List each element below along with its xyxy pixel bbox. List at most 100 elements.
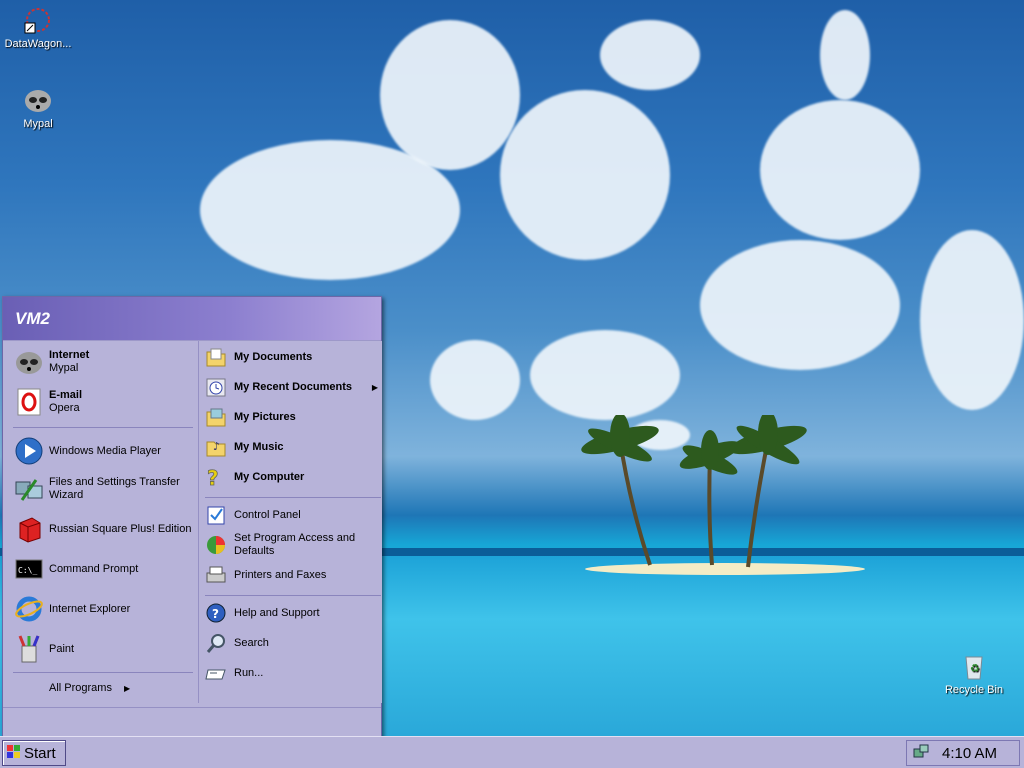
right-item-label: My Computer [234,470,305,483]
right-item-program-access[interactable]: Set Program Access and Defaults [204,531,382,559]
russian-square-icon [13,513,45,545]
desktop-icon-mypal[interactable]: Mypal [0,84,76,130]
recent-item-russian-square[interactable]: Russian Square Plus! Edition [7,511,197,547]
start-menu-right-pane: My Documents My Recent Documents ▶ My Pi… [198,341,382,703]
recent-item-command-prompt[interactable]: C:\_ Command Prompt [7,551,197,587]
right-item-my-recent-documents[interactable]: My Recent Documents ▶ [204,375,382,399]
desktop-icon-datawagon[interactable]: DataWagon... [0,4,76,50]
pinned-item-email[interactable]: E-mail Opera [7,385,197,419]
start-menu-user-name: VM2 [3,297,381,341]
recent-item-label: Russian Square Plus! Edition [49,522,192,535]
internet-explorer-icon [13,593,45,625]
my-computer-icon: ? [204,465,228,489]
arrow-right-icon: ▶ [371,382,378,392]
right-item-printers-faxes[interactable]: Printers and Faxes [204,563,382,587]
cloud [700,240,900,370]
cloud [820,10,870,100]
command-prompt-icon: C:\_ [13,553,45,585]
pinned-item-subtitle: Mypal [49,362,79,374]
recent-item-label: Internet Explorer [49,602,131,615]
right-item-label: Help and Support [234,606,320,619]
right-item-label: Run... [234,666,264,679]
start-menu-left-pane: Internet Mypal E-mail Opera Windows Media … [7,341,197,703]
mypal-icon [22,84,54,116]
recent-item-windows-media-player[interactable]: Windows Media Player [7,433,197,469]
right-item-my-documents[interactable]: My Documents [204,345,382,369]
folder-documents-icon [204,345,228,369]
right-item-label: Printers and Faxes [234,568,327,581]
right-item-my-pictures[interactable]: My Pictures [204,405,382,429]
right-item-label: My Recent Documents [234,380,352,393]
svg-text:♻: ♻ [970,662,980,675]
windows-logo-icon [6,744,22,763]
opera-icon [13,386,45,418]
start-button[interactable]: Start [2,740,66,766]
right-item-run[interactable]: Run... [204,661,382,685]
cloud [380,20,520,170]
control-panel-icon [204,503,228,527]
separator [13,672,193,673]
all-programs-label: All Programs [49,681,112,694]
pinned-item-internet[interactable]: Internet Mypal [7,345,197,379]
cloud [600,20,700,90]
recent-item-transfer-wizard[interactable]: Files and Settings Transfer Wizard [7,471,197,507]
pinned-item-title: Internet [49,349,90,361]
media-player-icon [13,435,45,467]
folder-music-icon: ♪ [204,435,228,459]
cloud [500,90,670,260]
desktop-icon-recycle-bin[interactable]: ♻ Recycle Bin [936,650,1012,696]
cloud [430,340,520,420]
right-item-label: My Documents [234,350,313,363]
right-item-help-support[interactable]: ? Help and Support [204,601,382,625]
run-icon [204,661,228,685]
start-menu-footer [3,707,381,739]
recent-item-internet-explorer[interactable]: Internet Explorer [7,591,197,627]
taskbar: Start 4:10 AM [0,736,1024,768]
right-item-label: Set Program Access and Defaults [234,532,356,557]
separator [205,595,381,596]
arrow-right-icon: ▶ [123,683,131,693]
system-tray: 4:10 AM [906,740,1020,766]
recent-item-label: Files and Settings Transfer Wizard [49,476,180,501]
svg-text:C:\_: C:\_ [18,566,37,575]
network-tray-icon[interactable] [912,743,930,764]
pinned-item-subtitle: Opera [49,402,80,414]
search-icon [204,631,228,655]
transfer-wizard-icon [13,473,45,505]
clock[interactable]: 4:10 AM [942,745,997,762]
palm-trees-image [581,415,807,568]
printer-icon [204,563,228,587]
svg-text:?: ? [212,607,219,621]
recent-item-paint[interactable]: Paint [7,631,197,667]
start-menu: VM2 Internet Mypal E-mail Opera Windows Me… [2,296,382,740]
cloud [760,100,920,240]
pinned-item-title: E-mail [49,389,83,401]
svg-text:?: ? [207,466,219,488]
right-item-label: Search [234,636,269,649]
mypal-icon [13,346,45,378]
recent-item-label: Command Prompt [49,562,139,575]
separator [13,427,193,428]
recent-item-label: Windows Media Player [49,444,161,457]
paint-icon [13,633,45,665]
svg-text:♪: ♪ [213,440,220,453]
recent-item-label: Paint [49,642,75,655]
right-item-my-music[interactable]: ♪ My Music [204,435,382,459]
right-item-my-computer[interactable]: ? My Computer [204,465,382,489]
right-item-control-panel[interactable]: Control Panel [204,503,382,527]
program-defaults-icon [204,533,228,557]
right-item-label: Control Panel [234,508,301,521]
right-item-label: My Pictures [234,410,296,423]
right-item-search[interactable]: Search [204,631,382,655]
recent-documents-icon [204,375,228,399]
help-icon: ? [204,601,228,625]
all-programs-button[interactable]: All Programs ▶ [7,677,197,699]
right-item-label: My Music [234,440,284,453]
desktop-icon-label: Mypal [23,118,53,130]
separator [205,497,381,498]
cloud [920,230,1024,410]
desktop-icon-label: Recycle Bin [944,684,1004,696]
recycle-bin-icon: ♻ [958,650,990,682]
folder-pictures-icon [204,405,228,429]
desktop-icon-label: DataWagon... [4,38,72,50]
